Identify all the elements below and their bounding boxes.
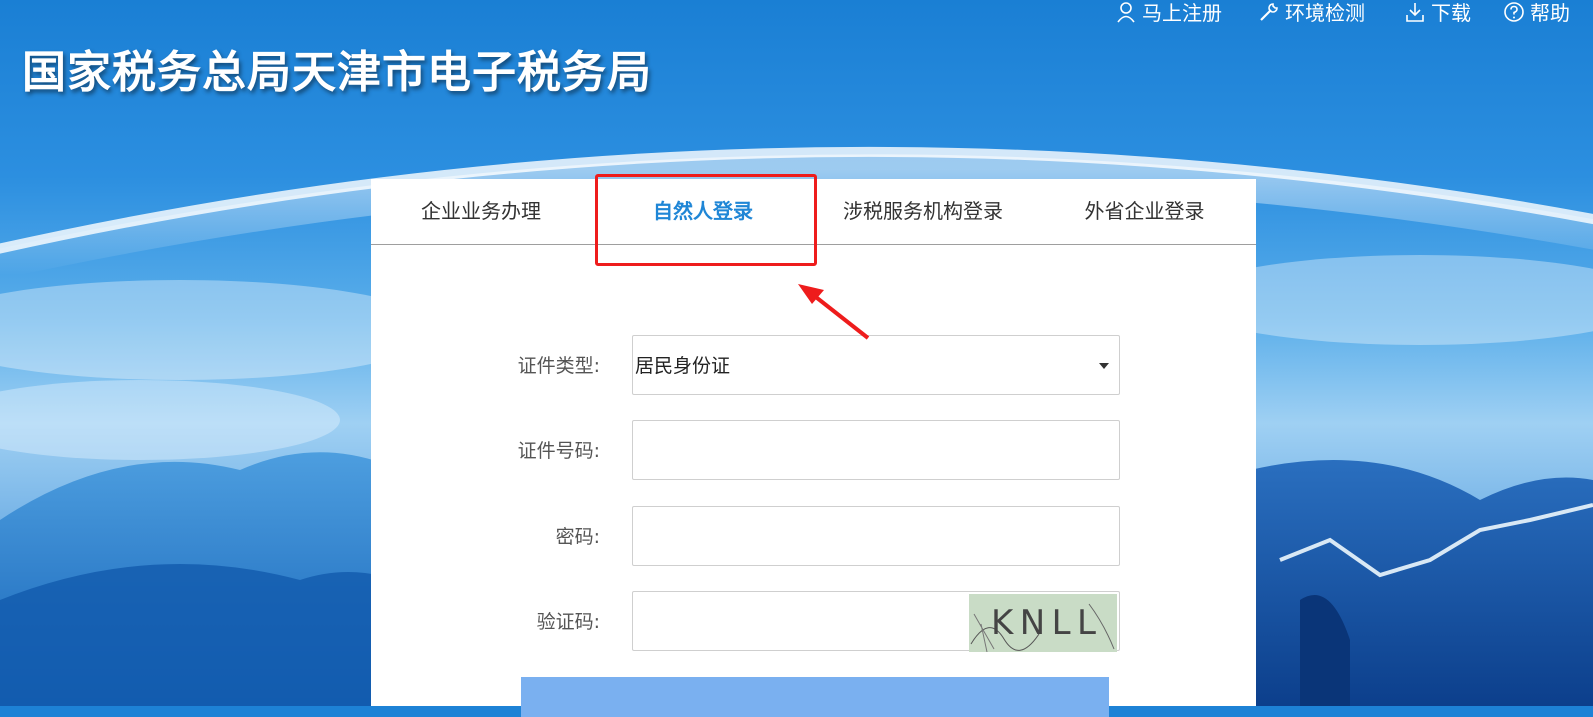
id-number-row: 证件号码: [371,420,1256,482]
site-title: 国家税务总局天津市电子税务局 [22,47,652,98]
download-link[interactable]: 下载 [1404,0,1471,26]
password-label: 密码: [555,526,600,548]
register-link[interactable]: 马上注册 [1115,0,1222,26]
id-number-label: 证件号码: [517,440,600,462]
password-row: 密码: [371,506,1256,568]
captcha-input[interactable]: KNLL [632,591,1120,652]
tab-other-province-enterprise[interactable]: 外省企业登录 [1033,179,1256,244]
tab-natural-person[interactable]: 自然人登录 [593,179,813,244]
top-nav: 马上注册 环境检测 下载 帮助 [1115,0,1593,27]
download-icon [1406,2,1424,22]
tab-tax-service-agency[interactable]: 涉税服务机构登录 [813,179,1033,244]
env-check-link-label: 环境检测 [1285,1,1365,25]
register-link-label: 马上注册 [1142,1,1222,25]
download-link-label: 下载 [1431,1,1471,25]
login-tabs: 企业业务办理 自然人登录 涉税服务机构登录 外省企业登录 [371,179,1256,245]
user-icon [1117,1,1135,22]
id-type-select[interactable]: 居民身份证 [632,335,1120,395]
captcha-text: KNLL [991,603,1096,643]
id-type-row: 证件类型: 居民身份证 [371,335,1256,397]
password-input[interactable] [632,506,1120,566]
help-link-label: 帮助 [1530,1,1570,25]
captcha-image[interactable]: KNLL [969,594,1117,652]
help-icon [1504,1,1524,22]
login-submit-button[interactable] [521,677,1109,717]
captcha-row: 验证码: KNLL [371,591,1256,653]
id-number-input[interactable] [632,420,1120,480]
id-type-selected-value: 居民身份证 [635,355,731,377]
id-type-label: 证件类型: [517,355,600,377]
captcha-label: 验证码: [536,611,600,633]
tab-enterprise[interactable]: 企业业务办理 [371,179,591,244]
wrench-icon [1260,2,1278,21]
chevron-down-icon [1099,363,1109,369]
env-check-link[interactable]: 环境检测 [1258,0,1365,26]
captcha-graphic: KNLL [969,594,1117,652]
login-card: 企业业务办理 自然人登录 涉税服务机构登录 外省企业登录 证件类型: 居民身份证… [371,179,1256,717]
help-link[interactable]: 帮助 [1503,0,1570,26]
